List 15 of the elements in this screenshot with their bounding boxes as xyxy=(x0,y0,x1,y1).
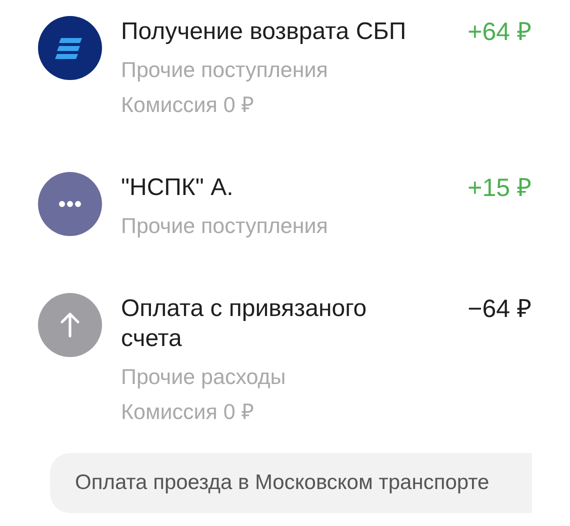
stripes-icon xyxy=(38,16,102,80)
transaction-title[interactable]: Оплата с привязаного счета xyxy=(121,294,411,354)
transaction-amount: +64 ₽ xyxy=(468,17,532,47)
transaction-amount: +15 ₽ xyxy=(468,173,532,203)
commission-text: Комиссия 0 ₽ xyxy=(121,92,256,118)
transaction-category: Прочие расходы xyxy=(121,364,287,390)
more-icon xyxy=(38,172,102,236)
transaction-category: Прочие поступления xyxy=(121,57,329,83)
commission-text: Комиссия 0 ₽ xyxy=(121,399,256,425)
transaction-title[interactable]: "НСПК" А. xyxy=(121,173,234,203)
transaction-title[interactable]: Получение возврата СБП xyxy=(121,17,406,47)
transaction-category: Прочие поступления xyxy=(121,213,329,239)
info-banner[interactable]: Оплата проезда в Московском транспорте xyxy=(50,453,532,513)
arrow-up-icon xyxy=(38,293,102,357)
transaction-amount: −64 ₽ xyxy=(468,294,532,324)
